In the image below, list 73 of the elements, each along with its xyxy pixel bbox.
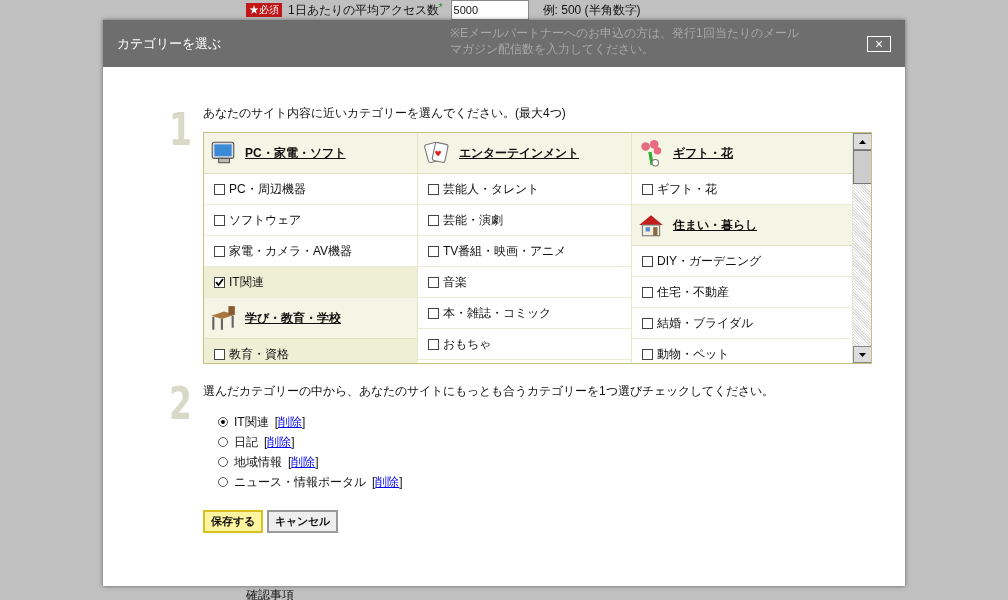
bracket-text: ] [399, 474, 403, 491]
checkbox[interactable] [214, 276, 225, 288]
bracket-text: [ [274, 414, 278, 431]
bracket-text: ] [302, 414, 306, 431]
category-heading-link[interactable]: ギフト・花 [673, 144, 733, 162]
choice-label: IT関連 [234, 414, 269, 431]
category-label: 結婚・ブライダル [657, 315, 753, 332]
bracket-text: ] [291, 434, 295, 451]
delete-link[interactable]: 削除 [267, 433, 292, 451]
scroll-down-icon[interactable] [859, 352, 866, 357]
instruction-text: 選んだカテゴリーの中から、あなたのサイトにもっとも合うカテゴリーを1つ選びチェックしてください。 [203, 384, 774, 398]
checkbox[interactable] [214, 348, 225, 360]
bracket-text: [ [288, 454, 292, 471]
checkbox[interactable] [642, 317, 653, 329]
choice-label: ニュース・情報ポータル [234, 474, 366, 491]
checkbox[interactable] [214, 214, 225, 226]
required-badge: ★必須 [246, 3, 282, 17]
category-label: DIY・ガーデニング [657, 253, 761, 270]
category-label: おもちゃ [443, 336, 491, 353]
checkbox[interactable] [642, 255, 653, 267]
category-label: 家電・カメラ・AV機器 [229, 243, 353, 260]
category-label: PC・周辺機器 [229, 181, 306, 198]
radio-button[interactable] [218, 457, 228, 467]
checkbox[interactable] [428, 245, 439, 257]
radio-button[interactable] [218, 417, 228, 427]
choice-label: 地域情報 [234, 454, 282, 471]
scroll-up-icon[interactable] [859, 139, 866, 144]
checkbox[interactable] [428, 307, 439, 319]
bracket-text: [ [264, 434, 268, 451]
school-desk-icon [209, 304, 237, 332]
required-mark: * [438, 0, 443, 13]
bracket-text: ] [315, 454, 319, 471]
instruction-text: あなたのサイト内容に近いカテゴリーを選んでください。(最大4つ) [203, 106, 567, 120]
category-label: 動物・ペット [657, 346, 729, 363]
category-label: ソフトウェア [229, 212, 301, 229]
delete-link[interactable]: 削除 [291, 453, 316, 471]
checkbox[interactable] [428, 214, 439, 226]
checkbox[interactable] [428, 338, 439, 350]
checkbox[interactable] [214, 183, 225, 195]
category-label: IT関連 [229, 274, 264, 291]
delete-link[interactable]: 削除 [375, 473, 400, 491]
scrollbar[interactable] [853, 133, 871, 363]
radio-button[interactable] [218, 477, 228, 487]
category-row[interactable]: IT関連 [204, 267, 417, 298]
category-label: 音楽 [443, 274, 467, 291]
checkbox[interactable] [214, 245, 225, 257]
checkbox[interactable] [428, 183, 439, 195]
checkbox[interactable] [642, 286, 653, 298]
category-row[interactable]: 教育・資格 [204, 339, 417, 363]
bracket-text: [ [372, 474, 376, 491]
category-label: 本・雑誌・コミック [443, 305, 551, 322]
category-heading-link[interactable]: 住まい・暮らし [673, 216, 757, 234]
close-button[interactable]: × [867, 35, 891, 52]
category-label: 芸能人・タレント [443, 181, 539, 198]
checkbox[interactable] [642, 348, 653, 360]
category-label: ギフト・花 [657, 181, 717, 198]
category-label: 芸能・演劇 [443, 212, 503, 229]
checkbox[interactable] [642, 183, 653, 195]
scrollbar-thumb[interactable] [853, 150, 871, 184]
category-label: 住宅・不動産 [657, 284, 729, 301]
save-button[interactable]: 保存する [203, 510, 263, 533]
number-field[interactable]: 5000 [450, 0, 529, 20]
category-label: TV番組・映画・アニメ [443, 243, 567, 260]
dialog-title: カテゴリーを選ぶ [117, 34, 221, 53]
category-heading-link[interactable]: 学び・教育・学校 [245, 309, 341, 327]
delete-link[interactable]: 削除 [278, 413, 302, 431]
radio-button[interactable] [218, 437, 228, 447]
checkbox[interactable] [428, 276, 439, 288]
cancel-button[interactable]: キャンセル [267, 510, 338, 533]
choice-label: 日記 [234, 434, 258, 451]
field-label: 1日あたりの平均アクセス数 [288, 2, 439, 19]
category-label: 教育・資格 [229, 346, 289, 363]
example-text: 例: 500 (半角数字) [542, 2, 641, 19]
